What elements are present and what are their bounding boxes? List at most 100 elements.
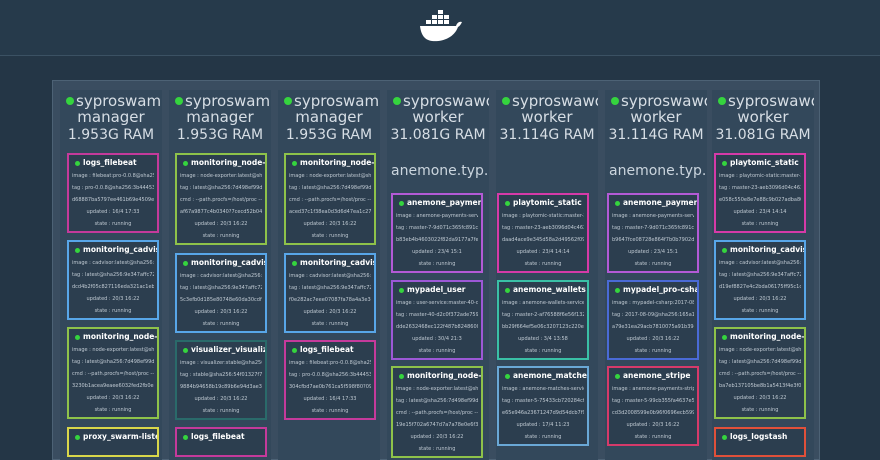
service-card[interactable]: monitoring_node-exporterimage : node-exp… (175, 153, 267, 245)
node-hostname: anemone.typ... (391, 163, 487, 179)
service-card[interactable]: anemone_matches image : anemone-matches-s… (497, 366, 589, 446)
service-name: logs_filebeat (300, 345, 354, 354)
service-name: playtomic_static (513, 198, 582, 207)
service-image: image : anemone-matches-service (502, 386, 584, 392)
status-dot (615, 373, 620, 379)
service-cmd: cmd : --path.procfs=/host/proc --path (396, 410, 478, 416)
node-role: worker (630, 108, 682, 126)
service-image: image : node-exporter:latest@sha25 (719, 347, 801, 353)
service-image: image : playtomic-static:master-23- (719, 173, 801, 179)
service-image: image : anemone-payments-service (612, 213, 694, 219)
service-extra: 5c3efb0d185e80748e60da30cdf04 (180, 297, 262, 303)
service-title: logs_filebeat (75, 158, 157, 167)
status-dot (183, 347, 188, 353)
service-tag: tag : master-7-9d071c365fc891cb9 (396, 225, 478, 231)
service-extra: a79e31ea29acb7810075a91b39406 (612, 324, 694, 330)
service-title: mypadel_pro-csharp (615, 285, 697, 294)
service-card[interactable]: logs_logstash (714, 427, 806, 457)
node-role: manager (77, 108, 145, 126)
service-state: state : running (94, 221, 132, 227)
service-card[interactable]: playtomic_static image : playtomic-static… (714, 153, 806, 233)
service-name: monitoring_cadvisor (730, 245, 804, 254)
service-updated: updated : 20/3 16:22 (733, 296, 787, 302)
service-extra: dde2632468ec122f487b8248600b (396, 324, 478, 330)
service-tag: tag : pro-0.0.8@sha256:3b4445352a (72, 185, 154, 191)
status-dot (615, 200, 620, 206)
service-tag: tag : latest@sha256:9e347affc725ef (719, 272, 801, 278)
service-card[interactable]: logs_filebeatimage : filebeat:pro-0.0.8@… (284, 340, 376, 420)
service-cmd: cmd : --path.procfs=/host/proc --path (719, 371, 801, 377)
service-state: state : running (202, 233, 240, 239)
service-card[interactable]: anemone_payments image : anemone-payments… (391, 193, 483, 273)
service-tag: tag : 2017-08-09@sha256:165a1c5b (612, 312, 694, 318)
service-card[interactable]: monitoring_cadvisorimage : cadvisor:late… (714, 240, 806, 320)
service-card[interactable]: monitoring_node-exporterimage : node-exp… (714, 327, 806, 419)
service-state: state : running (741, 221, 779, 227)
service-updated: updated : 3/4 13:58 (518, 336, 568, 342)
service-updated: updated : 30/4 21:3 (412, 336, 462, 342)
service-state: state : running (634, 261, 672, 267)
service-name: monitoring_cadvisor (191, 258, 265, 267)
service-image: image : filebeat:pro-0.0.8@sha256:3b4 (72, 173, 154, 179)
service-name: monitoring_node-exporter (730, 332, 805, 341)
service-card[interactable]: logs_filebeat (175, 427, 267, 457)
service-card[interactable]: playtomic_static image : playtomic-static… (497, 193, 589, 273)
service-tag: tag : latest@sha256:7d498ef99ddc1 (396, 398, 478, 404)
service-card[interactable]: anemone_stripe image : anemone-payments-s… (607, 366, 699, 446)
service-title: monitoring_node-exporter (75, 332, 157, 341)
node-role: worker (521, 108, 573, 126)
status-dot (292, 347, 297, 353)
service-card[interactable]: monitoring_cadvisorimage : cadvisor:late… (67, 240, 159, 320)
service-name: proxy_swarm-listener (83, 432, 157, 441)
service-card[interactable]: anemone_payments image : anemone-payments… (607, 193, 699, 273)
service-state: state : running (634, 348, 672, 354)
status-dot (399, 373, 404, 379)
service-updated: updated : 16/4 17:33 (303, 396, 357, 402)
service-name: monitoring_node-exporter (83, 332, 158, 341)
service-extra: 19e15f702a6747d7a7a78e0e6f34e (396, 422, 478, 428)
service-card[interactable]: mypadel_pro-csharpimage : mypadel-csharp… (607, 280, 699, 360)
service-cmd: cmd : --path.procfs=/host/proc --path (180, 197, 262, 203)
node-ram: 31.114G RAM (608, 127, 704, 143)
service-image: image : anemone-payments-service (396, 213, 478, 219)
service-updated: updated : 20/3 16:22 (410, 434, 464, 440)
service-card[interactable]: mypadel_user image : user-service:master-… (391, 280, 483, 360)
service-image: image : node-exporter:latest@sha25 (289, 173, 371, 179)
service-updated: updated : 20/3 16:22 (86, 296, 140, 302)
service-image: image : cadvisor:latest@sha256:9e3 (289, 273, 371, 279)
service-card[interactable]: visualizer_visualizerimage : visualizer:… (175, 340, 267, 420)
service-card[interactable]: monitoring_cadvisorimage : cadvisor:late… (284, 253, 376, 333)
service-tag: tag : pro-0.0.8@sha256:3b4445352a (289, 372, 371, 378)
service-updated: updated : 20/3 16:22 (86, 395, 140, 401)
service-card[interactable]: monitoring_node-exporterimage : node-exp… (391, 366, 483, 458)
status-dot (399, 200, 404, 206)
service-card[interactable]: anemone_wallets image : anemone-wallets-s… (497, 280, 589, 360)
service-state: state : running (418, 446, 456, 452)
node-role: manager (186, 108, 254, 126)
service-state: state : running (741, 407, 779, 413)
service-tag: tag : master-23-aeb3096d04c4637c5 (502, 225, 584, 231)
service-title: logs_logstash (722, 432, 804, 441)
service-card[interactable]: monitoring_node-exporterimage : node-exp… (67, 327, 159, 419)
service-state: state : running (94, 407, 132, 413)
service-updated: updated : 20/3 16:22 (194, 309, 248, 315)
status-dot (611, 96, 619, 105)
docker-whale-icon (420, 10, 462, 42)
service-image: image : filebeat:pro-0.0.8@sha256:3b4 (289, 360, 371, 366)
service-title: monitoring_cadvisor (292, 258, 374, 267)
service-image: image : user-service:master-40-d2f (396, 300, 478, 306)
service-card[interactable]: monitoring_node-exporterimage : node-exp… (284, 153, 376, 245)
node-ram: 1.953G RAM (176, 127, 264, 143)
service-cmd: cmd : --path.procfs=/host/proc --path (289, 197, 371, 203)
service-image: image : node-exporter:latest@sha25 (72, 347, 154, 353)
service-title: monitoring_node-exporter (183, 158, 265, 167)
service-card[interactable]: monitoring_cadvisorimage : cadvisor:late… (175, 253, 267, 333)
service-updated: updated : 20/3 16:22 (626, 422, 680, 428)
service-cmd: cmd : --path.procfs=/host/proc --path (72, 371, 154, 377)
service-card[interactable]: proxy_swarm-listener (67, 427, 159, 457)
service-image: image : mypadel-csharp:2017-08-09 (612, 300, 694, 306)
service-card[interactable]: logs_filebeatimage : filebeat:pro-0.0.8@… (67, 153, 159, 233)
service-updated: updated : 20/3 16:22 (303, 309, 357, 315)
status-dot (722, 160, 727, 166)
service-state: state : running (94, 308, 132, 314)
